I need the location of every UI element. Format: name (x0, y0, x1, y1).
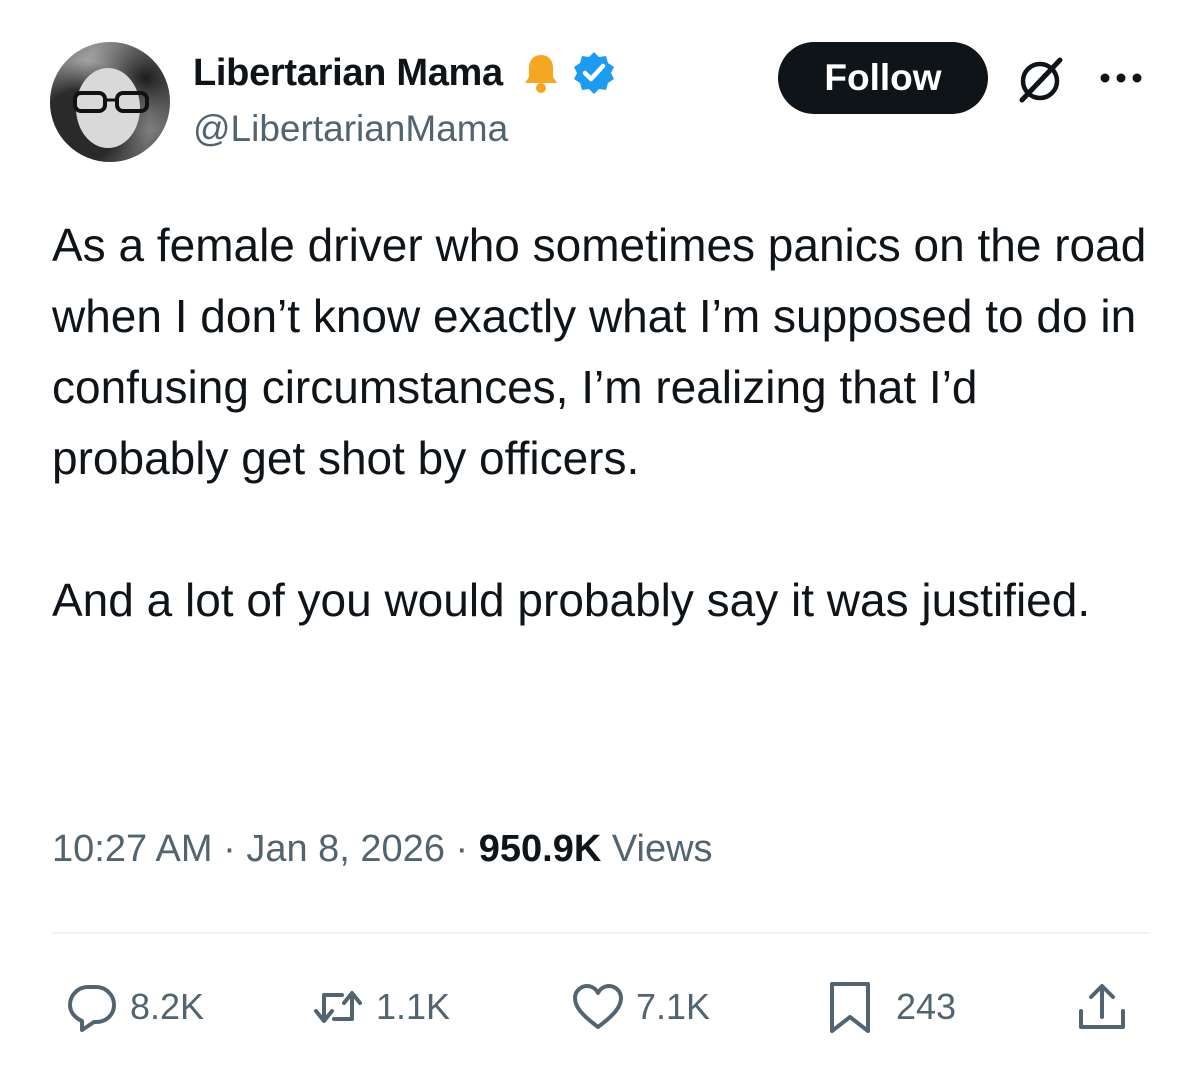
views-label: Views (611, 828, 713, 870)
like-button[interactable]: 7.1K (570, 975, 710, 1039)
heart-icon (573, 984, 623, 1029)
views-count: 950.9K (478, 828, 602, 870)
action-bar: 8.2K 1.1K 7.1K 243 (0, 975, 1200, 1039)
grok-icon[interactable] (1012, 52, 1068, 108)
repost-count: 1.1K (376, 986, 451, 1027)
repost-button[interactable]: 1.1K (310, 975, 450, 1039)
verified-badge-icon (573, 52, 614, 94)
bookmark-icon (830, 982, 870, 1033)
bookmark-count: 243 (896, 986, 957, 1027)
tweet-meta: 10:27 AM · Jan 8, 2026 · 950.9K Views (52, 828, 713, 871)
tweet-paragraph: As a female driver who sometimes panics … (52, 219, 1147, 484)
reply-icon (68, 985, 116, 1032)
tweet-date[interactable]: Jan 8, 2026 (246, 828, 445, 870)
tweet-time[interactable]: 10:27 AM (52, 828, 213, 870)
like-count: 7.1K (636, 986, 711, 1027)
meta-separator: · (455, 828, 469, 870)
share-icon (1079, 984, 1125, 1029)
handle[interactable]: @LibertarianMama (193, 108, 508, 150)
reply-button[interactable]: 8.2K (64, 975, 204, 1039)
divider (52, 932, 1150, 934)
avatar[interactable] (50, 42, 170, 162)
avatar-glasses (73, 91, 149, 113)
follow-button[interactable]: Follow (778, 42, 988, 114)
share-button[interactable] (1074, 975, 1130, 1039)
reply-count: 8.2K (130, 986, 205, 1027)
bookmark-button[interactable]: 243 (822, 975, 956, 1039)
tweet-paragraph: And a lot of you would probably say it w… (52, 574, 1091, 626)
meta-separator: · (223, 828, 236, 870)
display-name[interactable]: Libertarian Mama (193, 52, 503, 95)
tweet-text: As a female driver who sometimes panics … (52, 210, 1152, 636)
more-icon[interactable] (1098, 68, 1144, 88)
bell-icon[interactable] (519, 51, 563, 95)
repost-icon (314, 991, 362, 1023)
author-name-row: Libertarian Mama (193, 48, 617, 98)
